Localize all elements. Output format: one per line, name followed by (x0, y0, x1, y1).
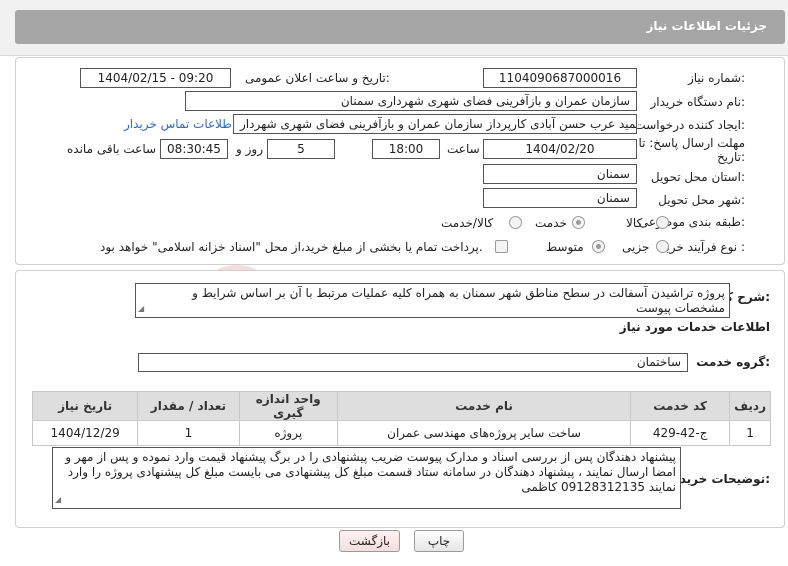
services-table-header: ردیف کد خدمت نام خدمت واحد اندازه گیری ت… (31, 391, 771, 421)
buyer-notes-textarea[interactable]: پیشنهاد دهندگان پس از بررسی اسناد و مدار… (52, 447, 681, 509)
services-table: ردیف کد خدمت نام خدمت واحد اندازه گیری ت… (31, 391, 771, 446)
category-goods-radio[interactable] (656, 216, 669, 229)
need-number-label: شماره نیاز: (687, 71, 745, 85)
purchase-type-medium-label: متوسط (546, 240, 584, 254)
requester-label: ایجاد کننده درخواست: (634, 118, 745, 132)
buyer-org-field: سازمان عمران و بازآفرینی فضای شهری شهردا… (185, 91, 637, 111)
buyer-notes-label: توضیحات خریدار: (668, 472, 770, 486)
description-textarea[interactable]: پروژه تراشیدن آسفالت در سطح مناطق شهر سم… (135, 283, 730, 318)
need-info-panel (15, 57, 785, 265)
resize-grip-icon[interactable]: ◢ (55, 492, 61, 507)
need-number-field: 1104090687000016 (483, 68, 637, 88)
cell-service-code: ج-42-429 (630, 420, 731, 446)
buyer-notes-text: پیشنهاد دهندگان پس از بررسی اسناد و مدار… (65, 450, 676, 494)
requester-field: حمید عرب حسن آبادی کارپرداز سازمان عمران… (233, 114, 637, 134)
delivery-province-label: استان محل تحویل: (650, 170, 745, 184)
table-row: 1 ج-42-429 ساخت سایر پروژه‌های مهندسی عم… (31, 420, 771, 446)
col-date-header: تاریخ نیاز (31, 391, 139, 421)
cell-unit: پروژه (238, 420, 338, 446)
col-row-header: ردیف (729, 391, 771, 421)
announce-datetime-field: 1404/02/15 - 09:20 (80, 68, 231, 88)
delivery-province-field: سمنان (483, 164, 637, 184)
days-field: 5 (267, 139, 335, 159)
delivery-city-field: سمنان (483, 188, 637, 208)
header-area: جزئیات اطلاعات نیاز (0, 0, 788, 56)
services-section-title: اطلاعات خدمات مورد نیاز (619, 320, 770, 334)
purchase-type-label: نوع فرآیند خرید : (660, 240, 745, 254)
deadline-time-field: 18:00 (372, 139, 440, 159)
category-goods-service-label: کالا/خدمت (441, 216, 494, 230)
back-button[interactable]: بازگشت (339, 530, 400, 552)
cell-need-date: 1404/12/29 (31, 420, 139, 446)
buyer-org-label: نام دستگاه خریدار: (650, 95, 746, 109)
buyer-contact-link[interactable]: اطلاعات تماس خریدار (124, 117, 235, 131)
treasury-payment-checkbox[interactable] (495, 240, 508, 253)
cell-quantity: 1 (137, 420, 240, 446)
delivery-city-label: شهر محل تحویل: (658, 193, 745, 207)
cell-row-number: 1 (729, 420, 771, 446)
page-title: جزئیات اطلاعات نیاز (646, 19, 767, 33)
purchase-type-minor-label: جزیی (622, 240, 650, 254)
cell-service-name: ساخت سایر پروژه‌های مهندسی عمران (336, 420, 632, 446)
col-unit-header: واحد اندازه گیری (238, 391, 338, 421)
category-label: طبقه بندی موضوعی: (638, 215, 745, 229)
category-service-radio[interactable] (572, 216, 585, 229)
remaining-label: ساعت باقی مانده (67, 142, 157, 156)
category-goods-label: کالا (626, 216, 643, 230)
announce-datetime-label: تاریخ و ساعت اعلان عمومی: (245, 71, 390, 85)
service-group-label: گروه خدمت: (696, 355, 770, 369)
service-group-field: ساختمان (138, 353, 688, 372)
deadline-label-date: تاریخ: (717, 150, 745, 164)
header-bar: جزئیات اطلاعات نیاز (15, 10, 785, 44)
category-goods-service-radio[interactable] (509, 216, 522, 229)
days-label: روز و (236, 142, 263, 156)
print-button[interactable]: چاپ (414, 530, 464, 552)
col-name-header: نام خدمت (336, 391, 632, 421)
purchase-type-minor-radio[interactable] (656, 240, 669, 253)
remaining-time-field: 08:30:45 (160, 139, 228, 159)
description-text: پروژه تراشیدن آسفالت در سطح مناطق شهر سم… (192, 286, 725, 315)
col-qty-header: تعداد / مقدار (137, 391, 240, 421)
treasury-payment-note: پرداخت تمام یا بخشی از مبلغ خرید،از محل … (100, 240, 483, 254)
resize-grip-icon[interactable]: ◢ (138, 301, 144, 316)
category-service-label: خدمت (535, 216, 567, 230)
purchase-type-medium-radio[interactable] (592, 240, 605, 253)
deadline-label: مهلت ارسال پاسخ: تا (638, 136, 745, 150)
deadline-time-label: ساعت (447, 142, 480, 156)
col-code-header: کد خدمت (630, 391, 731, 421)
deadline-date-field: 1404/02/20 (483, 139, 637, 159)
